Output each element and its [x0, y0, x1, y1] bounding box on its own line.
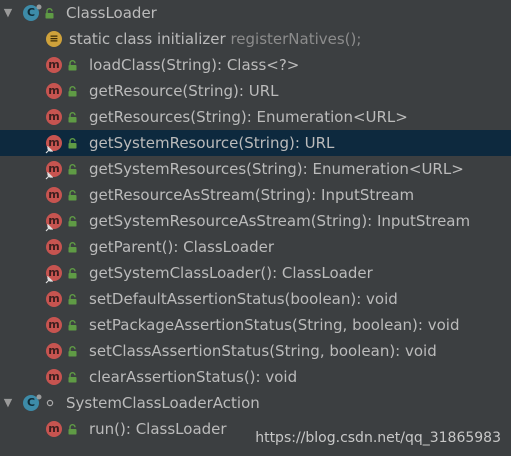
- member-label: getResource(String): URL: [89, 82, 279, 100]
- member-label: getParent(): ClassLoader: [89, 238, 275, 256]
- member-label: setClassAssertionStatus(String, boolean)…: [89, 342, 437, 360]
- public-lock-icon: [68, 424, 77, 435]
- member-label: run(): ClassLoader: [89, 420, 227, 438]
- public-lock-icon: [68, 294, 77, 305]
- method-icon: m: [46, 57, 62, 73]
- member-label: getSystemResources(String): Enumeration<…: [89, 160, 464, 178]
- method-icon: m: [46, 421, 62, 437]
- static-pin-icon: [45, 224, 53, 232]
- tree-node-systemclassloaderaction[interactable]: ▼ C SystemClassLoaderAction: [0, 390, 511, 416]
- tree-member-method[interactable]: m getResources(String): Enumeration<URL>: [0, 104, 511, 130]
- member-label: getSystemResource(String): URL: [89, 134, 335, 152]
- tree-member-method[interactable]: m clearAssertionStatus(): void: [0, 364, 511, 390]
- tree-member-method[interactable]: m setClassAssertionStatus(String, boolea…: [0, 338, 511, 364]
- public-lock-icon: [68, 138, 77, 149]
- member-label: loadClass(String): Class<?>: [89, 56, 300, 74]
- static-pin-icon: [45, 172, 53, 180]
- tree-member-method[interactable]: m loadClass(String): Class<?>: [0, 52, 511, 78]
- abstract-marker-icon: [36, 394, 42, 400]
- expand-arrow-icon[interactable]: ▼: [2, 0, 14, 26]
- tree-member-method[interactable]: m getResourceAsStream(String): InputStre…: [0, 182, 511, 208]
- member-label: clearAssertionStatus(): void: [89, 368, 298, 386]
- tree-member-method[interactable]: m getResource(String): URL: [0, 78, 511, 104]
- member-label: getResources(String): Enumeration<URL>: [89, 108, 408, 126]
- method-icon: m: [46, 109, 62, 125]
- member-label: static class initializer registerNatives…: [69, 26, 361, 52]
- watermark-url: https://blog.csdn.net/qq_31865983: [255, 430, 501, 446]
- member-label: setDefaultAssertionStatus(boolean): void: [89, 290, 398, 308]
- tree-member-static-initializer[interactable]: ≡ static class initializer registerNativ…: [0, 26, 511, 52]
- abstract-marker-icon: [36, 4, 42, 10]
- public-lock-icon: [68, 346, 77, 357]
- static-pin-icon: [45, 146, 53, 154]
- method-icon: m: [46, 239, 62, 255]
- public-lock-icon: [68, 216, 77, 227]
- method-icon: m: [46, 187, 62, 203]
- member-name: static class initializer: [69, 30, 226, 48]
- tree-node-classloader[interactable]: ▼ C ClassLoader: [0, 0, 511, 26]
- member-label: getSystemClassLoader(): ClassLoader: [89, 264, 373, 282]
- method-icon: m: [46, 369, 62, 385]
- member-secondary: registerNatives();: [230, 30, 362, 48]
- structure-tree: ▼ C ClassLoader ≡ static class initializ…: [0, 0, 511, 442]
- tree-member-method[interactable]: m setPackageAssertionStatus(String, bool…: [0, 312, 511, 338]
- member-label: getResourceAsStream(String): InputStream: [89, 186, 415, 204]
- public-lock-icon: [68, 242, 77, 253]
- node-label: SystemClassLoaderAction: [66, 394, 260, 412]
- method-icon: m: [46, 83, 62, 99]
- public-lock-icon: [45, 8, 54, 19]
- tree-member-method[interactable]: m getSystemResourceAsStream(String): Inp…: [0, 208, 511, 234]
- node-label: ClassLoader: [66, 4, 157, 22]
- tree-member-method[interactable]: m getSystemClassLoader(): ClassLoader: [0, 260, 511, 286]
- tree-member-method[interactable]: m getParent(): ClassLoader: [0, 234, 511, 260]
- method-icon: m: [46, 291, 62, 307]
- public-lock-icon: [68, 320, 77, 331]
- method-icon: m: [46, 317, 62, 333]
- public-lock-icon: [68, 372, 77, 383]
- package-private-icon: [46, 399, 54, 407]
- tree-member-method-selected[interactable]: m getSystemResource(String): URL: [0, 130, 511, 156]
- public-lock-icon: [68, 164, 77, 175]
- static-initializer-icon: ≡: [46, 31, 62, 47]
- member-label: setPackageAssertionStatus(String, boolea…: [89, 316, 460, 334]
- tree-member-method[interactable]: m setDefaultAssertionStatus(boolean): vo…: [0, 286, 511, 312]
- member-label: getSystemResourceAsStream(String): Input…: [89, 212, 471, 230]
- static-pin-icon: [45, 276, 53, 284]
- public-lock-icon: [68, 60, 77, 71]
- public-lock-icon: [68, 112, 77, 123]
- public-lock-icon: [68, 190, 77, 201]
- method-icon: m: [46, 343, 62, 359]
- tree-member-method[interactable]: m getSystemResources(String): Enumeratio…: [0, 156, 511, 182]
- public-lock-icon: [68, 86, 77, 97]
- expand-arrow-icon[interactable]: ▼: [2, 390, 14, 416]
- public-lock-icon: [68, 268, 77, 279]
